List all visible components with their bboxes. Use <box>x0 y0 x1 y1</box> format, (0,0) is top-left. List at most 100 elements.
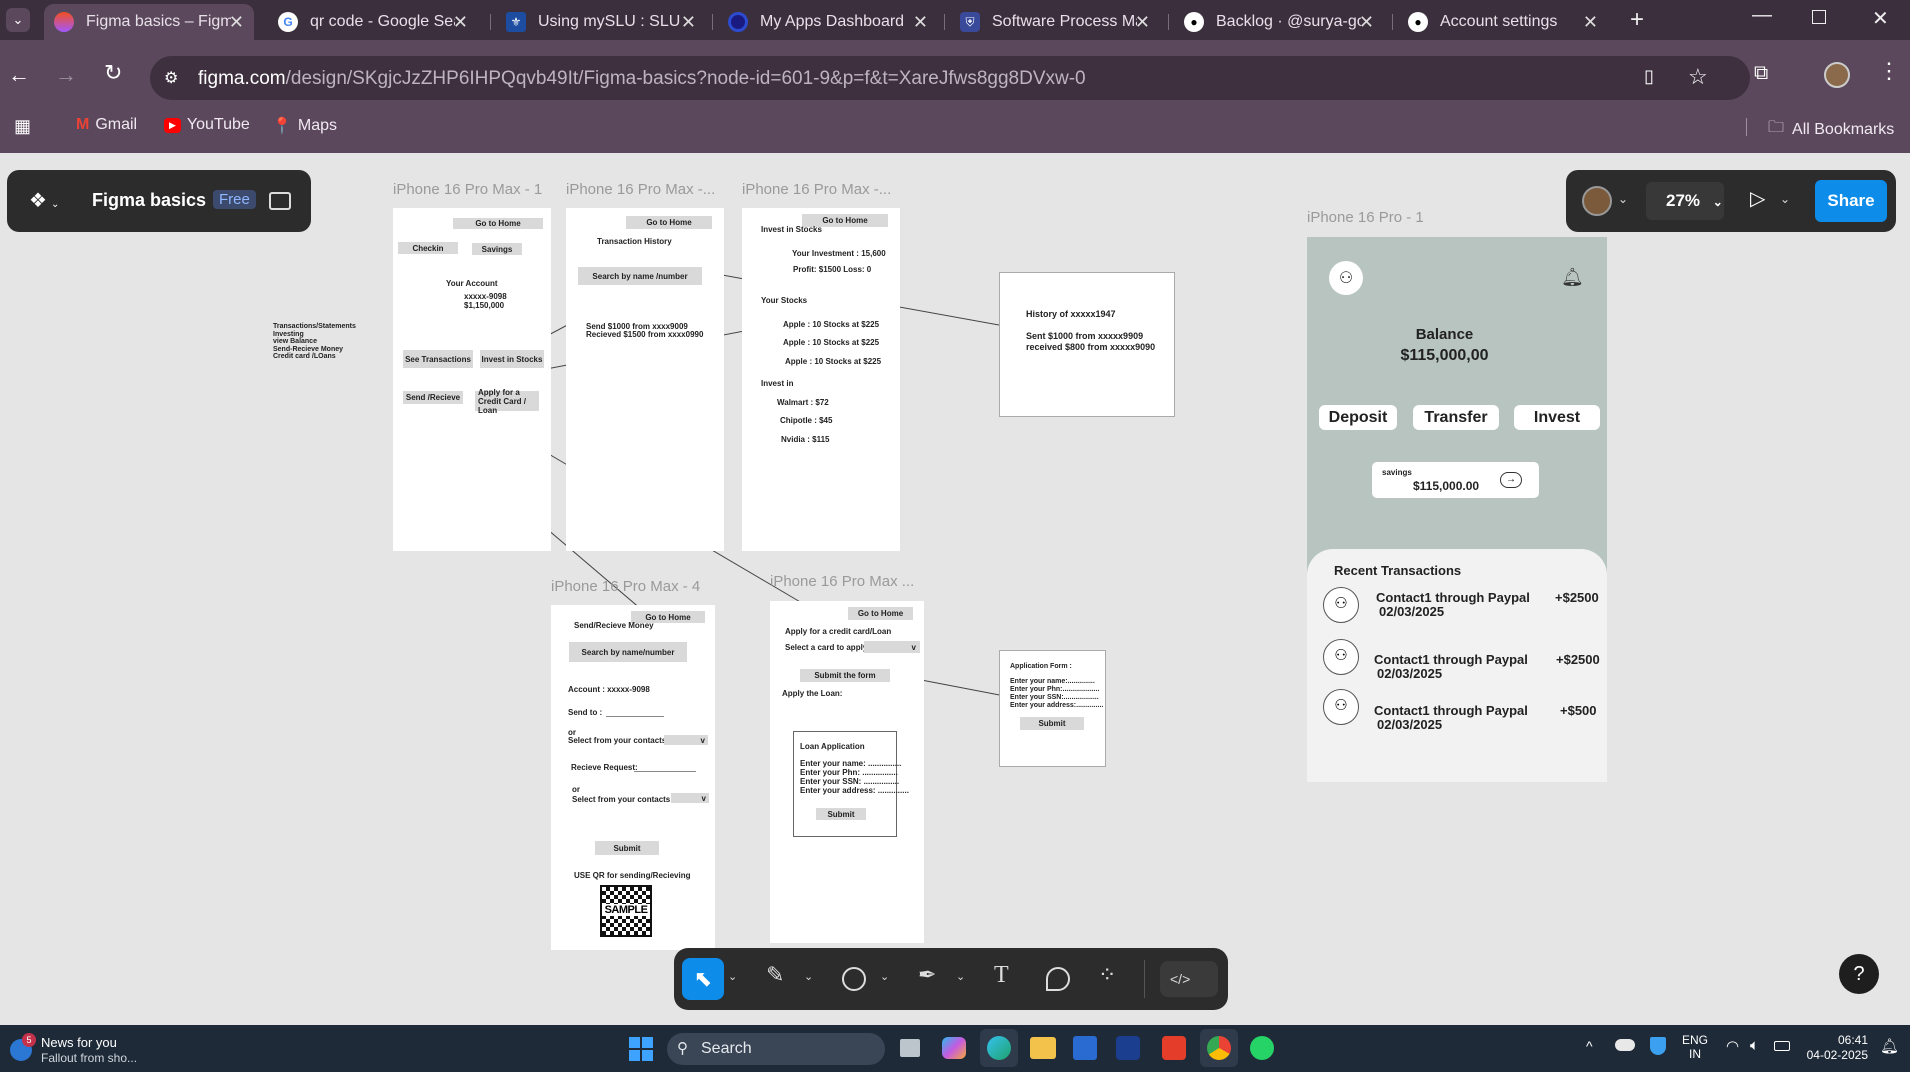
office-icon[interactable] <box>1162 1036 1186 1060</box>
user-avatar[interactable] <box>1582 186 1612 216</box>
tab-figma[interactable]: Figma basics – Figma ✕ <box>44 4 254 40</box>
contacts-dropdown[interactable]: v <box>671 793 709 803</box>
tab-okta[interactable]: My Apps Dashboard ✕ <box>718 4 938 40</box>
send-to-field[interactable] <box>606 716 664 717</box>
submit-button[interactable]: Submit <box>595 841 659 855</box>
taskbar-search[interactable]: ⚲ Search <box>667 1033 885 1065</box>
bookmark-maps[interactable]: 📍 Maps <box>272 116 337 136</box>
invest-option[interactable]: Chipotle : $45 <box>780 416 832 426</box>
close-window-button[interactable]: ✕ <box>1872 6 1889 31</box>
chevron-up-icon[interactable]: ^ <box>1586 1038 1593 1054</box>
frame-label-1[interactable]: iPhone 16 Pro Max - 1 <box>393 181 542 198</box>
chevron-down-icon[interactable]: ⌄ <box>728 970 737 983</box>
see-transactions-button[interactable]: See Transactions <box>403 350 473 368</box>
chevron-down-icon[interactable]: ⌄ <box>956 970 965 983</box>
contacts-dropdown[interactable]: v <box>664 735 708 745</box>
plan-badge[interactable]: Free <box>213 190 256 209</box>
search-transactions[interactable]: Search by name /number <box>578 267 702 285</box>
sidebar-toggle-icon[interactable] <box>269 192 291 210</box>
chevron-down-icon[interactable]: ⌄ <box>880 970 889 983</box>
close-icon[interactable]: ✕ <box>1135 12 1150 33</box>
invest-option[interactable]: Nvidia : $115 <box>781 435 829 445</box>
file-name[interactable]: Figma basics <box>92 190 206 211</box>
loan-submit-button[interactable]: Submit <box>816 808 866 820</box>
news-widget[interactable]: 5 News for you Fallout from sho... <box>10 1033 160 1067</box>
close-icon[interactable]: ✕ <box>453 12 468 33</box>
invest-option[interactable]: Walmart : $72 <box>777 398 829 408</box>
extensions-icon[interactable]: ⧉ <box>1754 62 1768 85</box>
savings-button[interactable]: Savings <box>472 243 522 255</box>
loan-application-box[interactable]: Loan Application Enter your name: ......… <box>793 731 909 837</box>
transaction-name[interactable]: Contact1 through Paypal <box>1374 652 1528 667</box>
close-icon[interactable]: ✕ <box>913 12 928 33</box>
copilot-icon[interactable] <box>942 1037 966 1059</box>
tab-slu[interactable]: ⚜ Using mySLU : SLU - Saint Louis ✕ <box>496 4 706 40</box>
frame-label-phone[interactable]: iPhone 16 Pro - 1 <box>1307 209 1424 226</box>
menu-icon[interactable]: ⋮ <box>1878 58 1900 84</box>
wifi-icon[interactable]: ◠ <box>1726 1037 1739 1055</box>
chevron-down-icon[interactable]: ⌄ <box>804 970 813 983</box>
send-recieve-button[interactable]: Send /Recieve <box>403 391 463 404</box>
app-form-field[interactable]: Enter your Phn:................... <box>1010 686 1099 694</box>
figma-menu-icon[interactable]: ❖ ⌄ <box>29 188 59 213</box>
figma-canvas[interactable]: Transactions/Statements Investing view Bal… <box>0 153 1910 1025</box>
go-home-button[interactable]: Go to Home <box>626 216 712 229</box>
tab-backlog[interactable]: ● Backlog · @surya-gopi ✕ <box>1174 4 1384 40</box>
chevron-down-icon[interactable]: ⌄ <box>1618 192 1628 206</box>
whatsapp-icon[interactable] <box>1250 1036 1274 1060</box>
app-form-submit[interactable]: Submit <box>1020 717 1084 730</box>
bookmark-youtube[interactable]: ▶ YouTube <box>164 116 250 134</box>
close-icon[interactable]: ✕ <box>681 12 696 33</box>
file-explorer-icon[interactable] <box>1030 1037 1056 1059</box>
restore-button[interactable] <box>1812 10 1826 24</box>
profile-avatar[interactable] <box>1824 62 1850 88</box>
frame-label-2[interactable]: iPhone 16 Pro Max -... <box>566 181 715 198</box>
back-button[interactable]: ← <box>8 62 30 88</box>
tab-google[interactable]: G qr code - Google Search ✕ <box>268 4 478 40</box>
frame-label-4[interactable]: iPhone 16 Pro Max - 4 <box>551 578 700 595</box>
onedrive-icon[interactable] <box>1615 1039 1635 1051</box>
close-icon[interactable]: ✕ <box>1583 12 1598 33</box>
app-form-field[interactable]: Enter your address:.............. <box>1010 702 1103 710</box>
share-button[interactable]: Share <box>1815 180 1887 222</box>
frame-invest[interactable]: Go to Home Invest in Stocks Your Investm… <box>742 208 900 551</box>
frame-home[interactable]: Go to Home Checkin Savings Your Account … <box>393 208 551 551</box>
search-contacts[interactable]: Search by name/number <box>569 642 687 662</box>
bookmark-gmail[interactable]: M Gmail <box>76 116 137 134</box>
app-form-field[interactable]: Enter your name:.............. <box>1010 678 1095 686</box>
app-form-field[interactable]: Enter your SSN:.................. <box>1010 694 1099 702</box>
store-icon[interactable] <box>1073 1036 1097 1060</box>
chrome-icon[interactable] <box>1200 1029 1238 1067</box>
battery-icon[interactable] <box>1774 1041 1790 1051</box>
apps-icon[interactable]: ▦ <box>14 116 31 137</box>
deposit-button[interactable]: Deposit <box>1319 405 1397 430</box>
pen-tool-icon[interactable]: ✒ <box>918 962 936 988</box>
frame-label-5[interactable]: iPhone 16 Pro Max ... <box>770 573 914 590</box>
site-info-icon[interactable]: ⚙ <box>164 68 178 88</box>
defender-icon[interactable] <box>1650 1037 1666 1055</box>
forward-button[interactable]: → <box>55 62 77 88</box>
frame-apply[interactable]: Go to Home Apply for a credit card/Loan … <box>770 601 924 943</box>
clipboard-icon[interactable]: ▯ <box>1644 66 1654 87</box>
language-indicator[interactable]: ENG IN <box>1682 1033 1708 1061</box>
tab-software-process[interactable]: ⛨ Software Process Management ✕ <box>950 4 1160 40</box>
notification-bell-icon[interactable]: 🔔︎ <box>1880 1037 1899 1055</box>
tab-account-settings[interactable]: ● Account settings ✕ <box>1398 4 1608 40</box>
loan-field[interactable]: Enter your address: .............. <box>800 786 909 796</box>
frame-send-recieve[interactable]: Go to Home Send/Recieve Money Search by … <box>551 605 715 950</box>
address-bar[interactable]: ⚙ figma.com/design/SKgjcJzZHP6IHPQqvb49I… <box>150 56 1750 100</box>
card-dropdown[interactable]: v <box>864 641 920 653</box>
start-windows-icon[interactable] <box>629 1037 653 1061</box>
task-view-icon[interactable] <box>900 1039 920 1057</box>
history-popup[interactable]: History of xxxxx1947 Sent $1000 from xxx… <box>999 272 1175 417</box>
submit-form-button[interactable]: Submit the form <box>800 669 890 682</box>
teams-icon[interactable] <box>1116 1036 1140 1060</box>
edge-icon[interactable] <box>980 1029 1018 1067</box>
user-avatar[interactable]: ⚇ <box>1329 261 1363 295</box>
ellipse-tool-icon[interactable] <box>842 967 866 991</box>
frame-label-3[interactable]: iPhone 16 Pro Max -... <box>742 181 891 198</box>
tab-search-button[interactable]: ⌄ <box>6 8 30 32</box>
invest-button[interactable]: Invest <box>1514 405 1600 430</box>
recieve-request-field[interactable] <box>634 771 696 772</box>
bell-icon[interactable]: 🔔︎ <box>1561 267 1584 288</box>
